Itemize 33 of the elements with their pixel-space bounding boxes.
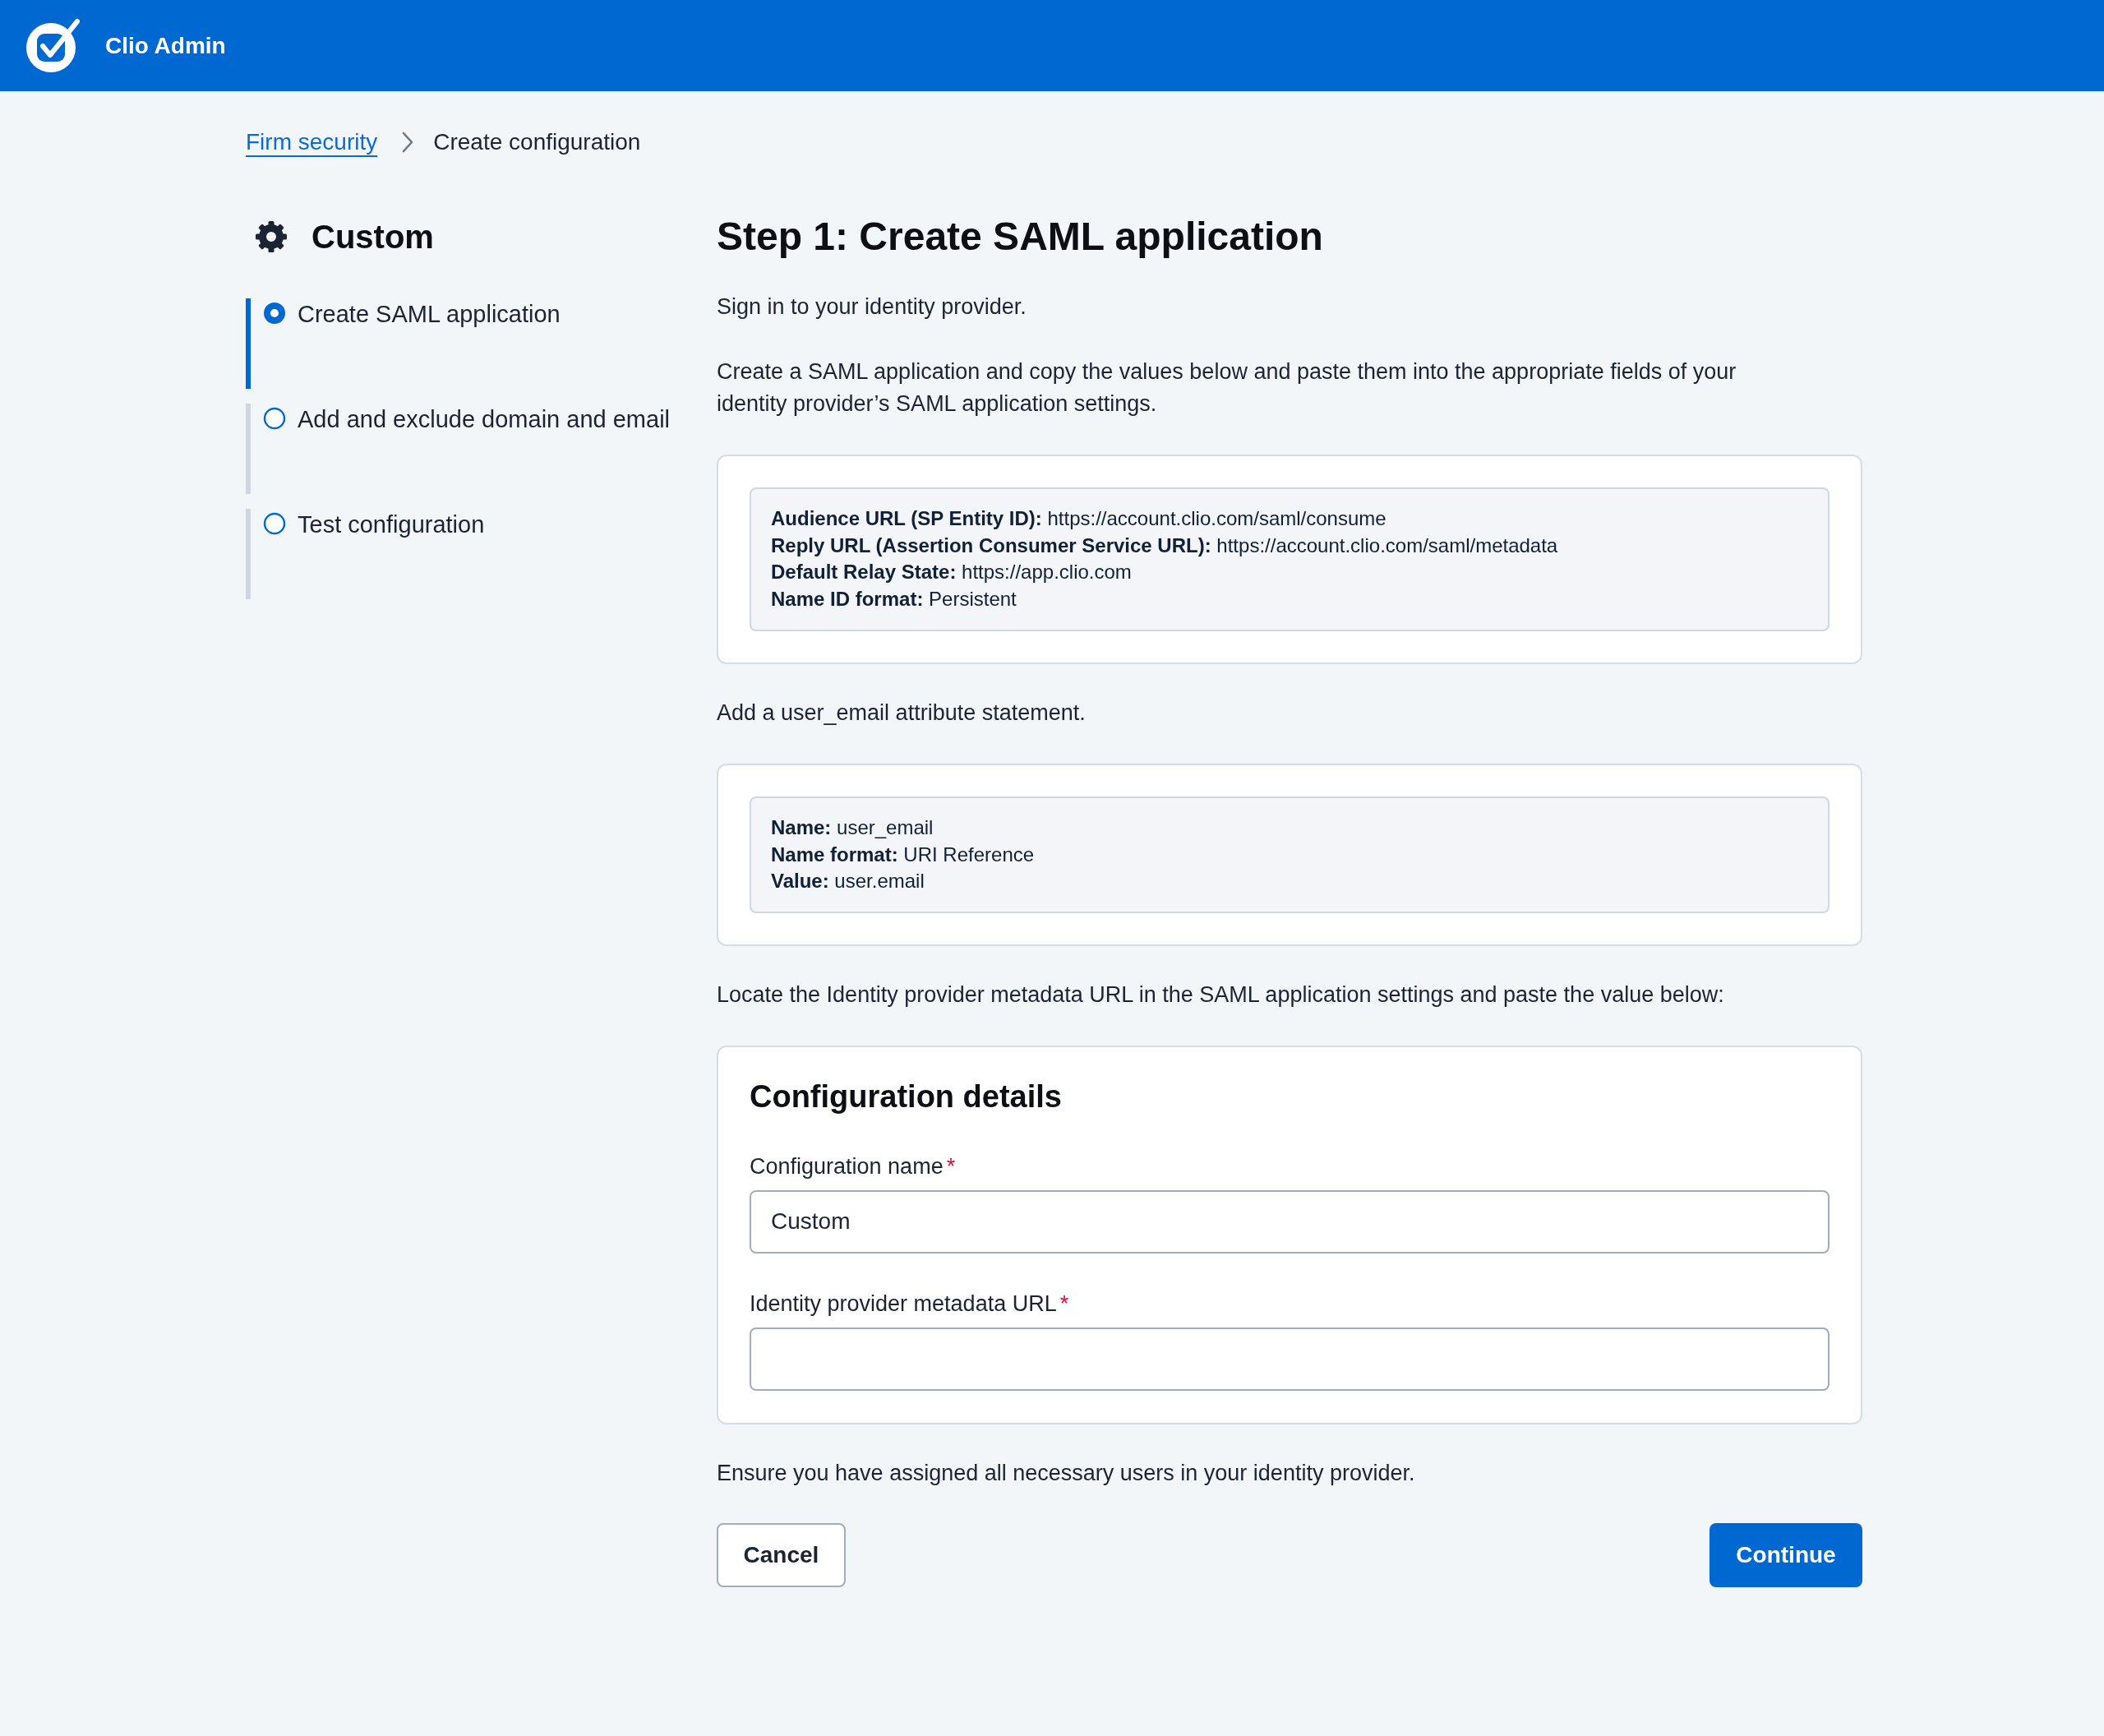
setting-line: Reply URL (Assertion Consumer Service URL): https://account.clio.com/saml/metadata bbox=[771, 533, 1559, 558]
continue-button[interactable]: Continue bbox=[1710, 1522, 1862, 1587]
sidebar-title: Custom bbox=[311, 218, 434, 256]
cancel-button[interactable]: Cancel bbox=[717, 1522, 846, 1587]
field-label: Identity provider metadata URL bbox=[750, 1290, 1057, 1318]
field-label: Configuration name bbox=[750, 1152, 944, 1180]
step-item[interactable]: Create SAML application bbox=[246, 298, 717, 389]
app-title: Clio Admin bbox=[105, 32, 226, 59]
radio-icon bbox=[263, 302, 286, 325]
intro-text: Sign in to your identity provider. bbox=[717, 293, 1027, 321]
chevron-right-icon bbox=[402, 132, 414, 153]
setting-line: Value: user.email bbox=[771, 869, 925, 894]
radio-icon bbox=[263, 407, 286, 430]
settings-icon bbox=[255, 220, 288, 253]
setting-line: Name ID format: Persistent bbox=[771, 587, 1017, 612]
text-field[interactable]: Custom bbox=[750, 1189, 1829, 1254]
form-title: Configuration details bbox=[750, 1078, 1063, 1115]
attribute-text: Add a user_email attribute statement. bbox=[717, 699, 1087, 727]
instructions-text: Create a SAML application and copy the values below and paste them into the appropriate fields of your identity provider’s SAML application settings. bbox=[717, 358, 1737, 418]
required-mark: * bbox=[1059, 1290, 1069, 1318]
text-field[interactable] bbox=[750, 1327, 1829, 1391]
footer-note: Ensure you have assigned all necessary users in your identity provider. bbox=[717, 1459, 1416, 1487]
setting-line: Name: user_email bbox=[771, 815, 934, 840]
page-heading: Step 1: Create SAML application bbox=[717, 214, 1324, 260]
radio-icon bbox=[263, 512, 286, 535]
metadata-text: Locate the Identity provider metadata URL in the SAML application settings and paste the value below: bbox=[717, 981, 1725, 1009]
setting-line: Default Relay State: https://app.clio.com bbox=[771, 560, 1133, 585]
checkbox-logo-icon[interactable] bbox=[25, 17, 81, 74]
setting-line: Name format: URI Reference bbox=[771, 842, 1036, 867]
breadcrumb-current: Create configuration bbox=[433, 129, 641, 155]
breadcrumb-link[interactable]: Firm security bbox=[246, 129, 378, 155]
required-mark: * bbox=[946, 1152, 956, 1180]
setting-line: Audience URL (SP Entity ID): https://account.clio.com/saml/consume bbox=[771, 506, 1387, 531]
